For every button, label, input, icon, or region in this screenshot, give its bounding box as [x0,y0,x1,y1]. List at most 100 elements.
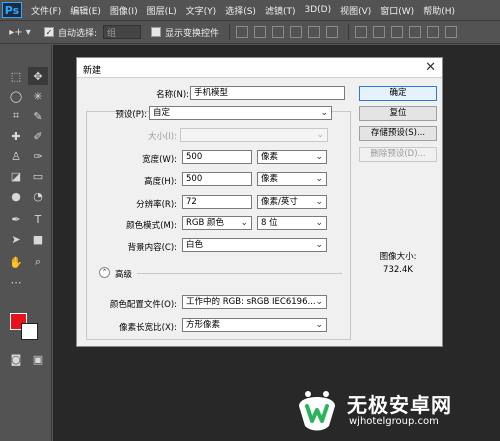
more-tools-icon[interactable]: ⋯ [6,273,26,291]
align-right-icon[interactable] [326,26,339,38]
options-divider [229,24,231,40]
watermark-logo [299,391,335,431]
height-field[interactable]: 500 [182,172,252,186]
name-label: 名称(N): [156,90,189,100]
show-transform-checkbox[interactable] [151,27,162,37]
align-left-icon[interactable] [290,26,303,38]
pixel-aspect-value: 方形像素 [186,320,221,330]
distribute-hcenter-icon[interactable] [427,26,440,38]
photoshop-logo: Ps [2,2,22,18]
align-bottom-icon[interactable] [272,26,285,38]
rectangle-tool-icon[interactable]: ■ [28,230,48,248]
distribute-right-icon[interactable] [445,26,458,38]
background-color-swatch[interactable] [21,323,38,340]
width-unit-dropdown[interactable]: 像素 ⌄ [257,150,327,164]
align-vcenter-icon[interactable] [254,26,267,38]
menu-type[interactable]: 文字(Y) [186,4,217,17]
align-top-icon[interactable] [236,26,249,38]
color-mode-value: RGB 颜色 [186,218,225,228]
chevron-down-icon: ⌄ [320,108,328,118]
history-brush-icon[interactable]: ✑ [28,147,48,165]
menu-edit[interactable]: 编辑(E) [70,4,101,17]
hand-tool-icon[interactable]: ✋ [6,253,26,271]
preset-label: 预设(P): [115,110,147,120]
gradient-tool-icon[interactable]: ▭ [28,167,48,185]
path-select-icon[interactable]: ➤ [6,230,26,248]
distribute-left-icon[interactable] [409,26,422,38]
eraser-tool-icon[interactable]: ◪ [6,167,26,185]
menu-help[interactable]: 帮助(H) [423,4,455,17]
color-mode-dropdown[interactable]: RGB 颜色 ⌄ [182,216,252,230]
screen-mode-icon[interactable]: ▣ [28,350,48,368]
bit-depth-dropdown[interactable]: 8 位 ⌄ [257,216,327,230]
dialog-titlebar: 新建 ✕ [77,58,442,78]
name-field[interactable]: 手机模型 [190,86,345,100]
height-label: 高度(H): [144,177,177,187]
crop-tool-icon[interactable]: ⌗ [6,107,26,125]
auto-select-value: 组 [107,28,117,39]
menu-bar: Ps 文件(F) 编辑(E) 图像(I) 图层(L) 文字(Y) 选择(S) 滤… [0,0,500,20]
reset-button[interactable]: 复位 [359,106,437,121]
move-tool-preset-picker[interactable]: ▸+ ▾ [6,23,34,41]
close-icon[interactable]: ✕ [425,60,436,75]
type-tool-icon[interactable]: T [28,210,48,228]
zoom-tool-icon[interactable]: ⌕ [28,253,48,271]
preset-dropdown[interactable]: 自定 ⌄ [149,106,332,120]
tools-panel: ⬚ ✥ ◯ ✳ ⌗ ✎ ✚ ✐ ♙ ✑ ◪ ▭ ● ◔ ✒ T ➤ ■ ✋ ⌕ … [0,45,52,441]
menu-image[interactable]: 图像(I) [110,4,138,17]
chevron-down-icon: ⌄ [315,240,323,250]
delete-preset-button[interactable]: 删除预设(D)... [359,147,437,162]
distribute-bottom-icon[interactable] [391,26,404,38]
ok-button[interactable]: 确定 [359,86,437,101]
dodge-tool-icon[interactable]: ◔ [28,187,48,205]
healing-brush-icon[interactable]: ✚ [6,127,26,145]
auto-select-dropdown[interactable]: 组 [103,25,142,39]
menu-layer[interactable]: 图层(L) [147,4,177,17]
background-label: 背景内容(C): [127,243,177,253]
menu-window[interactable]: 窗口(W) [380,4,414,17]
menu-select[interactable]: 选择(S) [225,4,256,17]
move-tool-icon[interactable]: ✥ [28,67,48,85]
show-transform-label: 显示变换控件 [165,28,220,39]
chevron-down-icon: ⌄ [315,218,323,228]
blur-tool-icon[interactable]: ● [6,187,26,205]
bit-depth-value: 8 位 [261,218,278,228]
resolution-field[interactable]: 72 [182,195,252,209]
color-profile-value: 工作中的 RGB: sRGB IEC6196... [186,297,316,307]
color-mode-label: 颜色模式(M): [126,221,177,231]
width-field[interactable]: 500 [182,150,252,164]
chevron-down-icon: ⌄ [240,218,248,228]
options-divider [348,24,350,40]
pixel-aspect-dropdown[interactable]: 方形像素 ⌄ [182,318,327,332]
dialog-title: 新建 [83,66,102,76]
advanced-divider [137,273,342,274]
distribute-top-icon[interactable] [355,26,368,38]
advanced-toggle-button[interactable]: ⌃ [99,267,110,278]
menu-filter[interactable]: 滤镜(T) [265,4,296,17]
magic-wand-icon[interactable]: ✳ [28,87,48,105]
auto-select-label: 自动选择: [58,28,98,39]
quick-mask-icon[interactable]: ◙ [6,350,26,368]
clone-stamp-icon[interactable]: ♙ [6,147,26,165]
auto-select-checkbox[interactable]: ✓ [44,27,54,37]
color-profile-dropdown[interactable]: 工作中的 RGB: sRGB IEC6196... ⌄ [182,295,327,309]
chevron-down-icon: ⌄ [315,297,323,307]
background-dropdown[interactable]: 白色 ⌄ [182,238,327,252]
size-dropdown[interactable]: ⌄ [180,128,328,142]
eyedropper-icon[interactable]: ✎ [28,107,48,125]
menu-file[interactable]: 文件(F) [31,4,61,17]
brush-tool-icon[interactable]: ✐ [28,127,48,145]
align-hcenter-icon[interactable] [308,26,321,38]
chevron-down-icon: ⌄ [315,197,323,207]
save-preset-button[interactable]: 存储预设(S)... [359,126,437,141]
height-unit-dropdown[interactable]: 像素 ⌄ [257,172,327,186]
chevron-down-icon: ⌄ [315,152,323,162]
pen-tool-icon[interactable]: ✒ [6,210,26,228]
lasso-tool-icon[interactable]: ◯ [6,87,26,105]
menu-view[interactable]: 视图(V) [340,4,371,17]
marquee-tool-icon[interactable]: ⬚ [6,67,26,85]
width-label: 宽度(W): [142,155,177,165]
menu-3d[interactable]: 3D(D) [304,5,331,15]
resolution-unit-dropdown[interactable]: 像素/英寸 ⌄ [257,195,327,209]
distribute-vcenter-icon[interactable] [373,26,386,38]
